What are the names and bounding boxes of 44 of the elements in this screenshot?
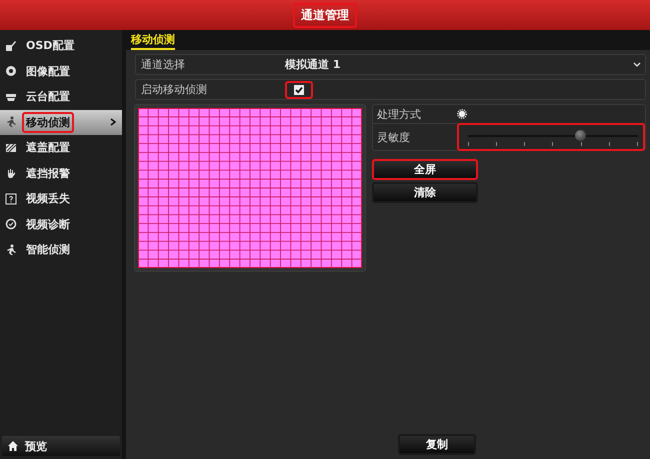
field-label: 通道选择 — [140, 57, 186, 72]
pencil-icon — [5, 40, 17, 52]
section-tab[interactable]: 移动侦测 — [131, 32, 175, 50]
slider-thumb[interactable] — [575, 130, 586, 140]
check-circle-icon — [5, 218, 17, 230]
item-label: 视频丢失 — [24, 191, 71, 208]
channel-dropdown[interactable]: 模拟通道 1 — [285, 57, 645, 72]
sidebar-item[interactable]: 智能侦测 — [0, 237, 122, 262]
sidebar-item[interactable]: 图像配置 — [0, 58, 122, 84]
item-label: 遮挡报警 — [25, 166, 71, 182]
sidebar-item[interactable]: 视频丢失 — [0, 186, 122, 212]
runner-icon — [5, 244, 17, 256]
item-label: 云台配置 — [25, 89, 71, 106]
item-label: 智能侦测 — [25, 242, 71, 258]
action-button[interactable]: 全屏 — [372, 159, 478, 180]
field-label: 处理方式 — [376, 106, 422, 122]
action-button[interactable]: 清除 — [372, 182, 478, 203]
motion-grid-drawing[interactable] — [138, 108, 362, 268]
sidebar-item[interactable]: 云台配置 — [0, 84, 122, 110]
hand-icon — [5, 167, 17, 180]
sidebar-item[interactable]: 遮挡报警 — [0, 160, 122, 186]
runner-icon — [5, 116, 17, 128]
question-icon — [5, 192, 17, 205]
item-label: OSD配置 — [25, 38, 76, 54]
field-label: 启动移动侦测 — [140, 82, 208, 97]
home-icon — [7, 440, 19, 452]
copy-button[interactable]: 复制 — [398, 434, 476, 455]
enable-checkbox[interactable] — [294, 84, 304, 94]
sidebar-item[interactable]: OSD配置 — [0, 33, 122, 58]
item-label: 图像配置 — [25, 64, 71, 80]
sidebar-item[interactable]: 遮盖配置 — [0, 135, 122, 160]
hatch-icon — [5, 142, 17, 154]
preview-button[interactable]: 预览 — [2, 436, 120, 456]
gear-icon[interactable] — [457, 109, 467, 119]
caret-icon — [633, 62, 641, 67]
window-title: 通道管理 — [293, 2, 357, 28]
item-label: 移动侦测 — [22, 112, 74, 133]
chevron-icon — [110, 118, 116, 126]
field-label: 灵敏度 — [376, 130, 411, 144]
item-label: 遮盖配置 — [25, 140, 71, 156]
sidebar-item[interactable]: 视频诊断 — [0, 212, 122, 237]
aperture-icon — [5, 65, 17, 78]
sidebar-item[interactable]: 移动侦测 — [0, 110, 122, 135]
item-label: 视频诊断 — [24, 216, 71, 233]
